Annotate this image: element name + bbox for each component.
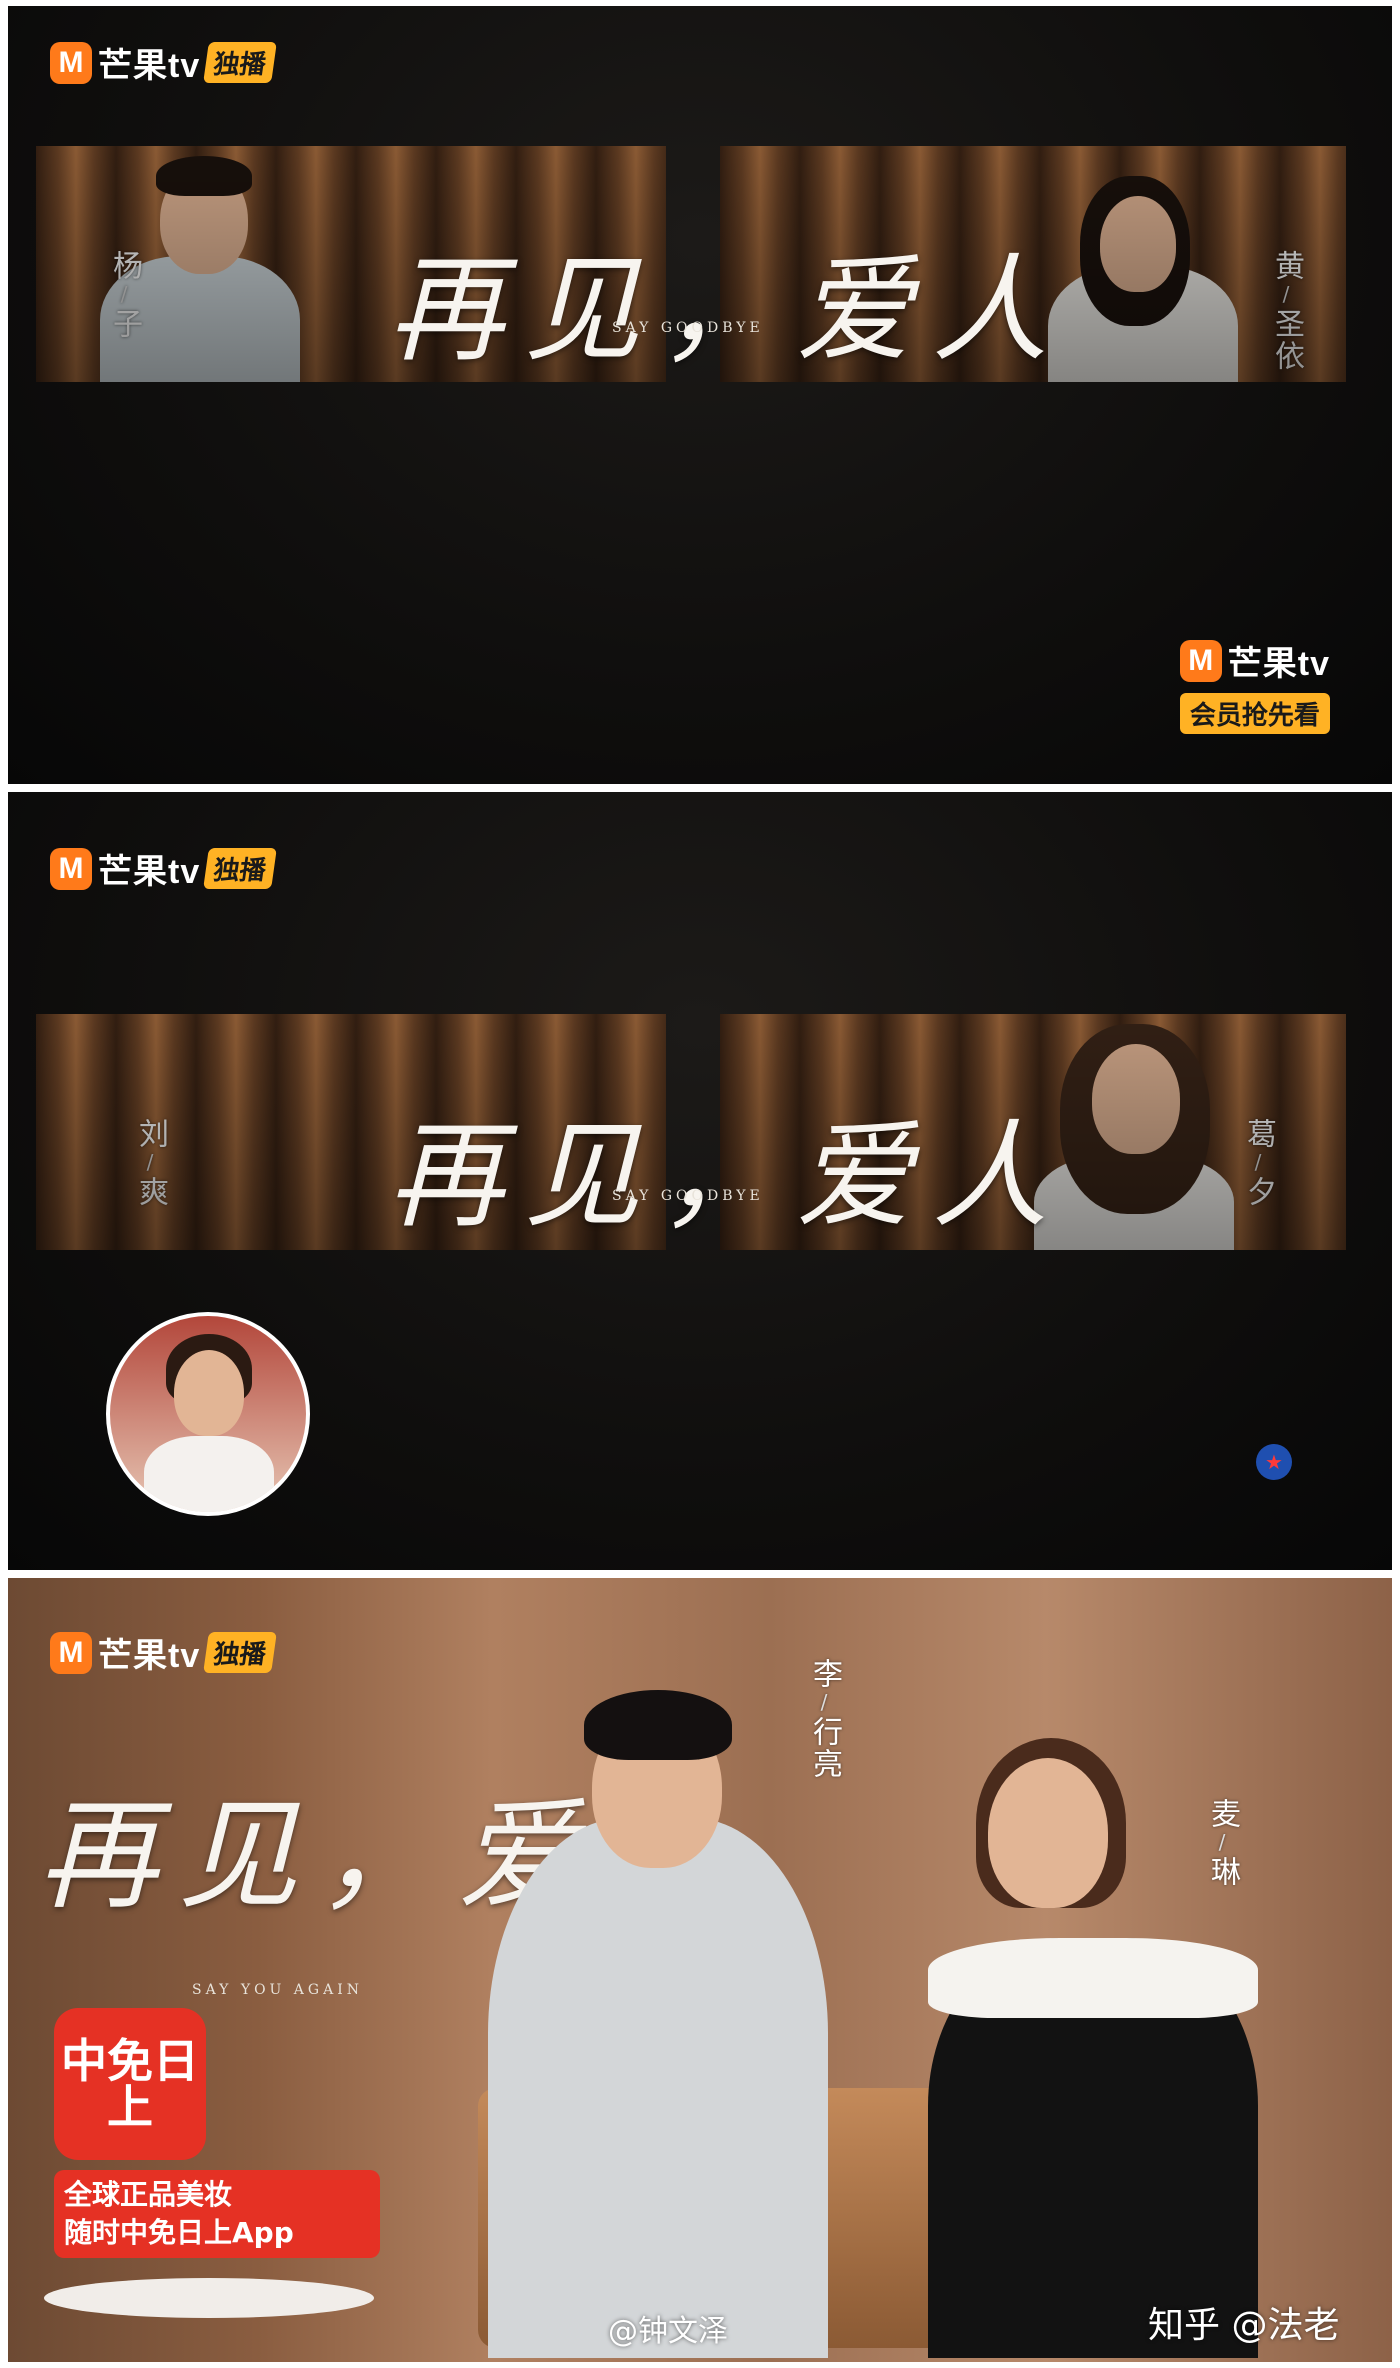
vip-badge-group: M 芒果tv 会员抢先看: [1179, 636, 1330, 734]
ad-line-2: 随时中免日上App: [64, 2216, 294, 2249]
mango-tv-logo: M 芒果tv 独播: [50, 38, 278, 87]
zhihu-watermark: 知乎 @法老: [1148, 2305, 1340, 2346]
left-name: 刘/爽: [133, 1118, 168, 1208]
brand-name: 芒果tv: [98, 853, 201, 891]
show-title: 再见，爱人: [388, 243, 1068, 378]
picture-in-picture: [106, 1312, 310, 1516]
brand-name: 芒果tv: [98, 47, 201, 85]
left-name: 杨/子: [107, 250, 142, 340]
left-name: 李/行亮: [807, 1658, 842, 1780]
mango-tv-logo: M 芒果tv 独播: [50, 844, 278, 893]
show-title: 再见，爱人: [388, 1109, 1068, 1244]
sponsor-logo-icon: ★: [1256, 1444, 1292, 1480]
duty-free-app-icon: 中免日上: [54, 2008, 206, 2160]
exclusive-tag: 独播: [203, 1632, 278, 1673]
exclusive-tag: 独播: [203, 848, 278, 889]
mango-tv-logo: M 芒果tv 独播: [50, 1628, 278, 1677]
right-name: 麦/琳: [1205, 1798, 1240, 1888]
show-subtitle: SAY GOODBYE: [612, 320, 764, 336]
panel-1: M 芒果tv 独播 杨/子 黄/圣依 再见，爱人 SAY GOODBYE M 芒…: [8, 6, 1392, 784]
side-table: [44, 2278, 374, 2318]
mango-tv-logo-small: M 芒果tv: [1179, 636, 1330, 685]
panel-3: M 芒果tv 独播 再见，爱人 SAY YOU AGAIN 李/行亮 麦/琳 中…: [8, 1578, 1392, 2362]
weibo-watermark: @钟文泽: [608, 2314, 728, 2349]
mango-icon: M: [50, 1631, 92, 1674]
ad-banner: 中免日上 全球正品美妆 随时中免日上App: [54, 2008, 380, 2258]
right-name: 葛/夕: [1241, 1118, 1276, 1208]
mango-icon: M: [1179, 639, 1222, 682]
brand-name: 芒果tv: [98, 1637, 201, 1675]
ad-text: 全球正品美妆 随时中免日上App: [54, 2170, 380, 2258]
ad-line-1: 全球正品美妆: [64, 2178, 233, 2211]
mango-icon: M: [50, 847, 92, 890]
panel-2: M 芒果tv 独播 刘/爽 葛/夕 再见，爱人 SAY GOODBYE ★: [8, 792, 1392, 1570]
right-name: 黄/圣依: [1269, 250, 1304, 372]
show-subtitle: SAY YOU AGAIN: [192, 1982, 363, 1998]
brand-name-small: 芒果tv: [1227, 645, 1330, 683]
exclusive-tag: 独播: [203, 42, 278, 83]
mango-icon: M: [50, 41, 92, 84]
vip-tag: 会员抢先看: [1179, 693, 1330, 734]
show-subtitle: SAY GOODBYE: [612, 1188, 764, 1204]
